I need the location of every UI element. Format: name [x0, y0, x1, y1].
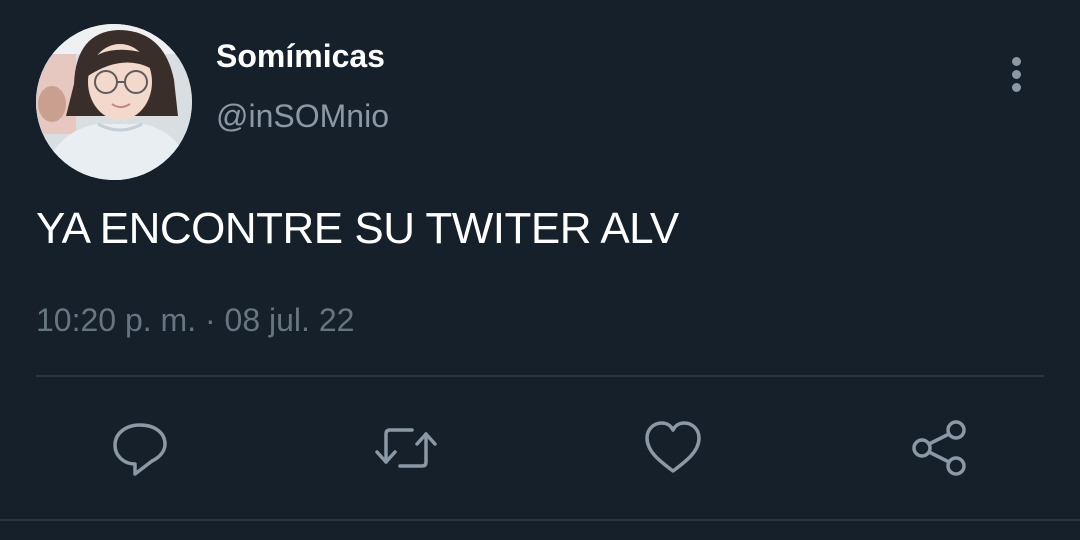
share-button[interactable] [908, 416, 972, 480]
divider [0, 519, 1080, 521]
tweet-text: YA ENCONTRE SU TWITER ALV [36, 204, 679, 253]
tweet-card: Somímicas @inSOMnio YA ENCONTRE SU TWITE… [0, 0, 1080, 540]
heart-icon [645, 421, 701, 473]
share-nodes-icon [912, 420, 966, 476]
avatar-photo [36, 24, 192, 180]
tweet-timestamp[interactable]: 10:20 p. m. · 08 jul. 22 [36, 302, 354, 339]
divider [36, 375, 1044, 377]
display-name[interactable]: Somímicas [216, 38, 385, 75]
retweet-button[interactable] [374, 416, 438, 480]
reply-button[interactable] [108, 416, 172, 480]
user-handle[interactable]: @inSOMnio [216, 98, 389, 135]
vertical-ellipsis-icon[interactable] [996, 52, 1038, 98]
speech-bubble-icon [113, 423, 167, 476]
retweet-arrows-icon [375, 428, 437, 468]
like-button[interactable] [641, 416, 705, 480]
avatar[interactable] [36, 24, 192, 180]
